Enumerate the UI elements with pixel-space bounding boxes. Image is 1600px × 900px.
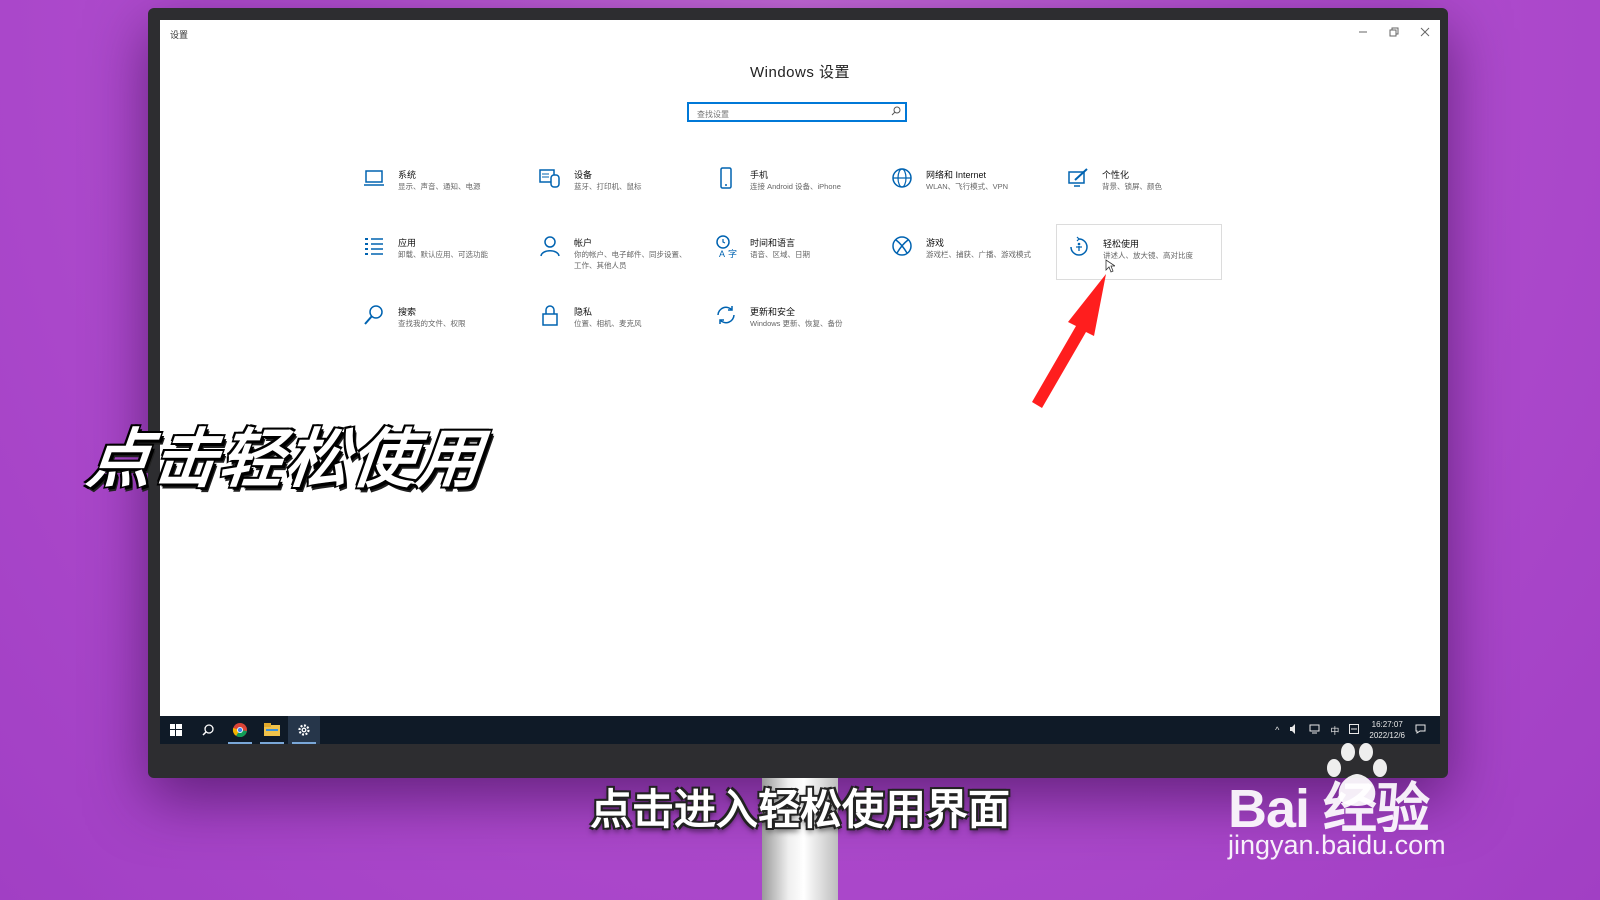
tile-time-language[interactable]: A字 时间和语言 语音、区域、日期 [708, 228, 870, 282]
svg-text:A: A [719, 249, 725, 258]
minimize-icon [1358, 31, 1367, 33]
laptop-icon [362, 166, 386, 190]
tile-desc: 游戏栏、捕获、广播、游戏模式 [926, 250, 1031, 259]
tile-desc: Windows 更新、恢复、备份 [750, 319, 843, 328]
svg-text:字: 字 [728, 248, 737, 258]
restore-icon [1389, 27, 1398, 37]
tile-name: 游戏 [926, 238, 945, 248]
sync-icon [714, 303, 738, 327]
file-explorer-icon[interactable] [256, 716, 288, 744]
notification-icon[interactable] [1415, 724, 1426, 736]
close-button[interactable] [1409, 20, 1440, 44]
tile-desc: 蓝牙、打印机、鼠标 [574, 182, 642, 191]
tile-desc: 查找我的文件、权限 [398, 319, 466, 328]
tile-desc: 位置、相机、麦克风 [574, 319, 642, 328]
tile-personalization[interactable]: 个性化 背景、锁屏、颜色 [1060, 160, 1222, 214]
tile-name: 应用 [398, 238, 417, 248]
ease-of-access-icon [1067, 235, 1091, 259]
settings-gear-icon[interactable] [288, 716, 320, 744]
tile-name: 网络和 Internet [926, 170, 987, 180]
time-language-icon: A字 [714, 234, 738, 259]
clock-time: 16:27:07 [1371, 720, 1403, 729]
search-settings-box[interactable] [687, 102, 907, 123]
person-icon [538, 234, 562, 258]
tile-desc: 语音、区域、日期 [750, 250, 810, 259]
title-bar[interactable]: 设置 [160, 20, 1440, 46]
tile-name: 隐私 [574, 307, 593, 317]
keyboard-icon [538, 166, 562, 190]
caption-title: 点击轻松使用 [83, 423, 488, 497]
baidu-jingyan-watermark: Bai 经验 jingyan.baidu.com [1228, 738, 1528, 888]
tile-privacy[interactable]: 隐私 位置、相机、麦克风 [532, 297, 694, 351]
tile-desc: WLAN、飞行模式、VPN [926, 182, 1009, 191]
volume-icon[interactable] [1289, 724, 1299, 736]
phone-icon [714, 166, 738, 190]
tile-name: 更新和安全 [750, 307, 796, 317]
tile-name: 时间和语言 [750, 238, 796, 248]
tile-name: 设备 [574, 170, 593, 180]
tile-name: 帐户 [574, 238, 593, 248]
tile-name: 搜索 [398, 307, 417, 317]
apps-list-icon [362, 234, 386, 258]
network-icon[interactable] [1309, 724, 1320, 736]
tile-update-security[interactable]: 更新和安全 Windows 更新、恢复、备份 [708, 297, 870, 351]
taskbar-search-icon[interactable] [192, 716, 224, 744]
watermark-url: jingyan.baidu.com [1228, 830, 1446, 860]
tile-phone[interactable]: 手机 连接 Android 设备、iPhone [708, 160, 870, 214]
lock-icon [538, 303, 562, 327]
red-arrow-annotation [1032, 274, 1106, 408]
settings-window: 设置 Windows 设置 系统 显示、声音、通知、电源 [160, 20, 1440, 716]
tile-desc: 背景、锁屏、颜色 [1102, 182, 1162, 191]
tile-name: 手机 [750, 170, 769, 180]
tile-desc: 卸载、默认应用、可选功能 [398, 250, 488, 259]
tile-network[interactable]: 网络和 Internet WLAN、飞行模式、VPN [884, 160, 1046, 214]
search-input[interactable] [695, 106, 879, 123]
windows-start-icon[interactable] [160, 716, 192, 744]
tile-name: 个性化 [1102, 170, 1130, 180]
close-icon [1420, 27, 1429, 37]
tile-system[interactable]: 系统 显示、声音、通知、电源 [356, 160, 518, 214]
tile-desc: 显示、声音、通知、电源 [398, 182, 481, 191]
search-icon [362, 303, 386, 327]
paint-icon [1066, 166, 1090, 190]
tile-apps[interactable]: 应用 卸载、默认应用、可选功能 [356, 228, 518, 282]
window-title: 设置 [170, 30, 189, 40]
tile-devices[interactable]: 设备 蓝牙、打印机、鼠标 [532, 160, 694, 214]
tile-name: 系统 [398, 170, 417, 180]
chrome-icon[interactable] [224, 716, 256, 744]
tile-desc: 连接 Android 设备、iPhone [750, 182, 841, 191]
search-icon[interactable] [891, 106, 901, 118]
minimize-button[interactable] [1347, 20, 1378, 44]
globe-icon [890, 166, 914, 190]
restore-button[interactable] [1378, 20, 1409, 44]
tile-name: 轻松使用 [1103, 239, 1140, 249]
tile-desc: 你的帐户、电子邮件、同步设置、工作、其他人员 [574, 250, 687, 270]
chevron-up-icon[interactable]: ^ [1275, 725, 1279, 735]
xbox-icon [890, 234, 914, 258]
keyboard-layout-icon[interactable] [1349, 724, 1360, 736]
page-title: Windows 设置 [749, 64, 851, 81]
tile-accounts[interactable]: 帐户 你的帐户、电子邮件、同步设置、工作、其他人员 [532, 228, 694, 282]
tile-search[interactable]: 搜索 查找我的文件、权限 [356, 297, 518, 351]
ime-indicator[interactable]: 中 [1330, 724, 1339, 737]
